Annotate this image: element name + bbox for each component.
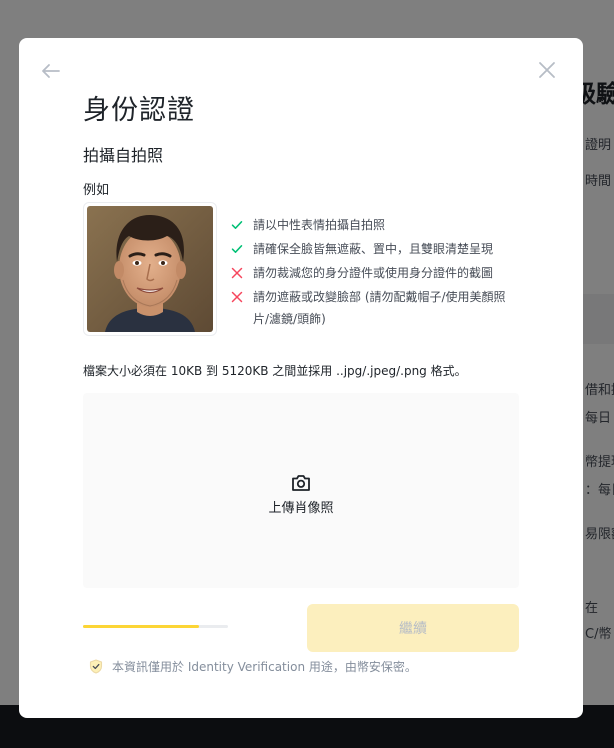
selfie-upload-area[interactable]: 上傳肖像照 <box>83 393 519 588</box>
checkmark-icon <box>231 245 243 253</box>
selfie-rules-list: 請以中性表情拍攝自拍照 請確保全臉皆無遮蔽、置中，且雙眼清楚呈現 請勿裁減您的身… <box>231 214 511 332</box>
upload-photo-label: 上傳肖像照 <box>268 501 334 516</box>
rule-item: 請確保全臉皆無遮蔽、置中，且雙眼清楚呈現 <box>231 238 511 260</box>
example-label: 例如 <box>83 183 110 198</box>
step-progress-fill <box>83 625 199 628</box>
cross-icon <box>231 267 243 279</box>
privacy-text: 本資訊僅用於 Identity Verification 用途，由幣安保密。 <box>112 660 417 674</box>
continue-button[interactable]: 繼續 <box>307 604 519 652</box>
privacy-note: 本資訊僅用於 Identity Verification 用途，由幣安保密。 <box>89 658 417 675</box>
back-button[interactable] <box>39 59 63 83</box>
example-selfie-image <box>83 202 217 336</box>
rule-text: 請確保全臉皆無遮蔽、置中，且雙眼清楚呈現 <box>253 242 494 256</box>
cross-icon <box>231 291 243 303</box>
rule-text: 請以中性表情拍攝自拍照 <box>253 218 386 232</box>
rule-item: 請勿裁減您的身分證件或使用身分證件的截圖 <box>231 262 511 284</box>
checkmark-icon <box>231 221 243 229</box>
close-button[interactable] <box>536 59 558 81</box>
arrow-left-icon <box>42 64 60 78</box>
rule-text: 請勿裁減您的身分證件或使用身分證件的截圖 <box>253 266 494 280</box>
step-progress-bar <box>83 625 228 628</box>
close-icon <box>539 62 555 78</box>
rule-item: 請勿遮蔽或改變臉部 (請勿配戴帽子/使用美顏照片/濾鏡/頭飾) <box>231 286 511 330</box>
rule-text: 請勿遮蔽或改變臉部 (請勿配戴帽子/使用美顏照片/濾鏡/頭飾) <box>253 290 506 326</box>
camera-icon <box>292 475 310 491</box>
identity-verification-modal: 身份認證 拍攝自拍照 例如 請以中性表情拍攝自拍照 請確保全臉皆無遮蔽、置中，且… <box>19 38 583 718</box>
step-subtitle: 拍攝自拍照 <box>83 146 164 165</box>
rule-item: 請以中性表情拍攝自拍照 <box>231 214 511 236</box>
shield-check-icon <box>89 659 103 674</box>
file-size-note: 檔案大小必須在 10KB 到 5120KB 之間並採用 ..jpg/.jpeg/… <box>83 364 467 378</box>
portrait-illustration <box>87 206 213 332</box>
modal-title: 身份認證 <box>83 95 195 126</box>
